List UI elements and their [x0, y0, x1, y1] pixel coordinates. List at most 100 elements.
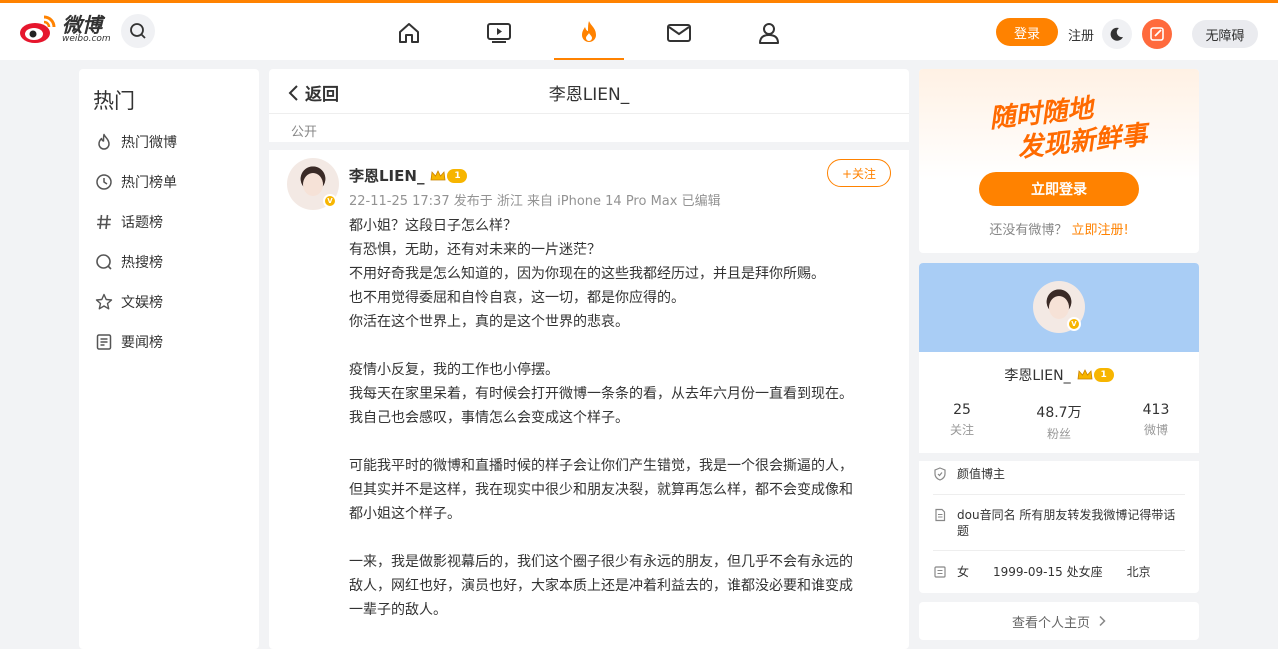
- author-avatar[interactable]: V: [287, 158, 339, 210]
- post-line: 也不用觉得委屈和自怜自哀，这一切，都是你应得的。: [349, 290, 685, 306]
- post-author[interactable]: 李恩LIEN_ 1: [349, 165, 468, 186]
- profile-tag: 颜值博主: [957, 467, 1006, 481]
- post-line: 疫情小反复，我的工作也小停摆。: [349, 362, 559, 378]
- post-line: 敌人，网红也好，演员也好，大家本质上还是冲着利益去的，谁都没必要和谁变成: [349, 578, 853, 594]
- level-number: 1: [1093, 368, 1114, 382]
- chevron-right-icon: [1099, 615, 1106, 627]
- sidebar-item-label: 热门微博: [121, 135, 177, 151]
- sidebar-item-entertainment[interactable]: 文娱榜: [95, 291, 163, 313]
- visibility-label: 公开: [291, 125, 318, 140]
- register-hint: 还没有微博？ 立即注册!: [919, 219, 1199, 238]
- profile-card: V 李恩LIEN_ 1 25 关注 48.7万 粉丝 413 微博 颜值博主 d…: [919, 263, 1199, 593]
- sidebar-item-label: 热门榜单: [121, 175, 177, 191]
- stat-label: 粉丝: [1046, 427, 1071, 441]
- sidebar-item-label: 话题榜: [121, 215, 163, 231]
- mail-icon: [667, 24, 691, 42]
- edit-icon: [1150, 27, 1164, 41]
- news-icon: [96, 334, 112, 350]
- verified-badge-icon: V: [323, 194, 337, 208]
- search-ring-icon: [96, 254, 112, 270]
- star-icon: [95, 293, 113, 310]
- post-line: 我每天在家里呆着，有时候会打开微博一条条的看，从去年六月份一直看到现在。: [349, 386, 853, 402]
- post-line: 但其实并不是这样，我在现实中很少和朋友决裂，就算再怎么样，都不会变成像和: [349, 482, 853, 498]
- profile-avatar[interactable]: V: [1033, 281, 1085, 333]
- chevron-left-icon: [288, 84, 298, 101]
- video-icon: [487, 23, 511, 43]
- post-line: 一辈子的敌人。: [349, 602, 447, 618]
- flame-icon: [98, 133, 110, 150]
- follow-button[interactable]: +关注: [827, 159, 891, 187]
- sidebar-item-label: 要闻榜: [121, 335, 163, 351]
- main-feed: 李恩LIEN_ 返回 公开 V 李恩LIEN_ 1 22-11-25 17:37…: [269, 69, 909, 649]
- nav-profile[interactable]: [734, 6, 804, 60]
- sidebar-item-news[interactable]: 要闻榜: [95, 331, 163, 353]
- dark-mode-toggle[interactable]: [1102, 19, 1132, 49]
- hash-icon: [97, 214, 111, 230]
- sidebar-item-hot-list[interactable]: 热门榜单: [95, 171, 177, 193]
- stat-posts[interactable]: 413 微博: [1116, 402, 1196, 438]
- login-button[interactable]: 登录: [996, 18, 1058, 46]
- back-label: 返回: [305, 85, 339, 105]
- post-line: [349, 334, 894, 358]
- nav-hot[interactable]: [554, 6, 624, 60]
- level-number: 1: [447, 168, 468, 183]
- post-line: 不用好奇我是怎么知道的，因为你现在的这些我都经历过，并且是拜你所赐。: [349, 266, 825, 282]
- register-now-link[interactable]: 立即注册!: [1071, 223, 1128, 238]
- sidebar-item-label: 热搜榜: [121, 255, 163, 271]
- nav-home[interactable]: [374, 6, 444, 60]
- profile-name[interactable]: 李恩LIEN_: [1004, 365, 1070, 385]
- register-link[interactable]: 注册: [1068, 25, 1094, 44]
- post-line: 可能我平时的微博和直播时候的样子会让你们产生错觉，我是一个很会撕逼的人，: [349, 458, 853, 474]
- logo-text: 微博: [62, 12, 102, 37]
- sidebar-item-hot-weibo[interactable]: 热门微博: [95, 131, 177, 153]
- promo-login-button[interactable]: 立即登录: [979, 172, 1139, 206]
- stat-following[interactable]: 25 关注: [922, 402, 1002, 438]
- post-body: 都小姐？这段日子怎么样？ 有恐惧，无助，还有对未来的一片迷茫？ 不用好奇我是怎么…: [349, 214, 894, 622]
- nav-video[interactable]: [464, 6, 534, 60]
- page-title: 李恩LIEN_: [548, 85, 630, 105]
- vip-level-badge: 1: [430, 168, 468, 183]
- sidebar-item-topics[interactable]: 话题榜: [95, 211, 163, 233]
- profile-bio: dou音同名 所有朋友转发我微博记得带话题: [957, 508, 1176, 538]
- stat-number: 25: [953, 402, 971, 418]
- profile-location: 北京: [1126, 565, 1151, 579]
- weibo-logo[interactable]: 微博 weibo.com: [18, 13, 111, 45]
- nav-messages[interactable]: [644, 6, 714, 60]
- post-line: [349, 430, 894, 454]
- homepage-label: 查看个人主页: [1011, 615, 1090, 631]
- post-line: 都小姐这个样子。: [349, 506, 461, 522]
- top-bar: 微博 weibo.com 登录 注册 无障碍: [0, 0, 1278, 60]
- back-button[interactable]: 返回: [287, 80, 339, 105]
- post-line: 一来，我是做影视幕后的，我们这个圈子很少有永远的朋友，但几乎不会有永远的: [349, 554, 853, 570]
- post-line: 有恐惧，无助，还有对未来的一片迷茫？: [349, 242, 601, 258]
- profile-details-row: 女 1999-09-15 处女座 北京: [933, 564, 1183, 580]
- header-divider: [269, 113, 909, 114]
- post-line: [349, 526, 894, 550]
- sidebar-item-label: 文娱榜: [121, 295, 163, 311]
- stat-label: 关注: [949, 423, 974, 437]
- search-button[interactable]: [121, 14, 155, 48]
- profile-icon: [759, 23, 779, 44]
- sidebar-item-hot-search[interactable]: 热搜榜: [95, 251, 163, 273]
- id-card-icon: [934, 566, 946, 578]
- moon-icon: [1110, 27, 1123, 41]
- post-line: 都小姐？这段日子怎么样？: [349, 218, 517, 234]
- info-divider: [933, 550, 1185, 551]
- profile-birthday: 1999-09-15 处女座: [993, 565, 1103, 579]
- profile-name-row: 李恩LIEN_ 1: [919, 365, 1199, 385]
- profile-gender: 女: [957, 565, 970, 579]
- verified-badge-icon: V: [1067, 317, 1081, 331]
- accessibility-button[interactable]: 无障碍: [1192, 20, 1258, 48]
- view-homepage-button[interactable]: 查看个人主页: [919, 602, 1199, 640]
- shield-icon: [934, 467, 946, 481]
- stat-number: 48.7万: [1036, 405, 1082, 421]
- author-name: 李恩LIEN_: [349, 167, 425, 185]
- logo-domain: weibo.com: [62, 33, 111, 44]
- login-promo-card: 随时随地 发现新鲜事 立即登录 还没有微博？ 立即注册!: [919, 69, 1199, 253]
- post-meta: 22-11-25 17:37 发布于 浙江 来自 iPhone 14 Pro M…: [349, 194, 721, 209]
- compose-button[interactable]: [1142, 19, 1172, 49]
- profile-separator: [919, 453, 1199, 461]
- left-sidebar: 热门 热门微博 热门榜单 话题榜 热搜榜 文娱榜 要闻榜: [79, 69, 259, 649]
- stat-followers[interactable]: 48.7万 粉丝: [1019, 402, 1099, 442]
- hot-icon: [582, 21, 596, 42]
